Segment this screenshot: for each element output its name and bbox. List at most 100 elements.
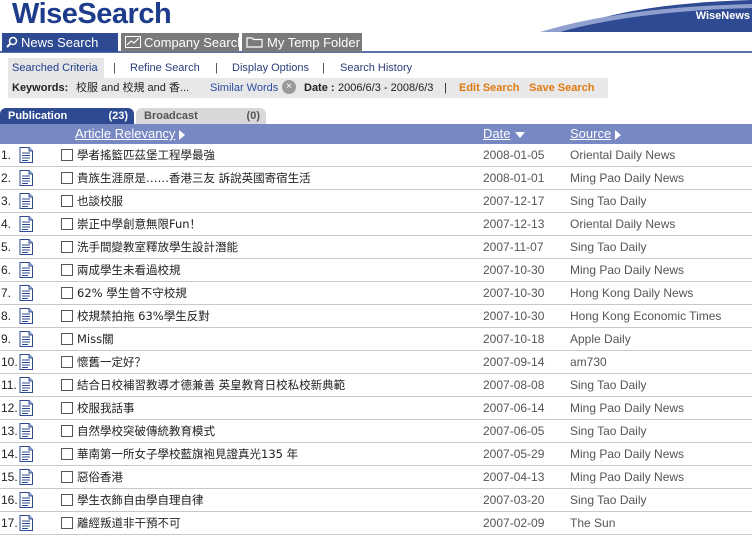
row-checkbox[interactable] bbox=[61, 241, 73, 253]
column-source-label: Source bbox=[570, 126, 612, 141]
document-icon[interactable] bbox=[19, 331, 33, 350]
row-number: 7. bbox=[1, 286, 12, 300]
row-number: 12. bbox=[1, 401, 18, 415]
document-icon[interactable] bbox=[19, 216, 33, 235]
article-title-link[interactable]: 崇正中學創意無限Fun！ bbox=[77, 216, 201, 232]
main-tabs: News Search Company Search My Temp Folde… bbox=[0, 32, 752, 53]
article-date: 2007-02-09 bbox=[483, 516, 545, 530]
document-icon[interactable] bbox=[19, 285, 33, 304]
publication-count: (23) bbox=[108, 110, 128, 122]
document-icon[interactable] bbox=[19, 308, 33, 327]
row-checkbox[interactable] bbox=[61, 218, 73, 230]
document-icon[interactable] bbox=[19, 423, 33, 442]
row-checkbox[interactable] bbox=[61, 195, 73, 207]
document-icon[interactable] bbox=[19, 262, 33, 281]
article-title-link[interactable]: 離經叛道非干預不可 bbox=[77, 515, 181, 531]
subnav-search-history[interactable]: Search History bbox=[340, 58, 412, 78]
criteria-summary: Keywords: 校服 and 校規 and 香... Similar Wor… bbox=[8, 78, 608, 98]
article-title-link[interactable]: Miss關 bbox=[77, 331, 114, 347]
row-checkbox[interactable] bbox=[61, 448, 73, 460]
document-icon[interactable] bbox=[19, 193, 33, 212]
keywords-value: 校服 and 校規 and 香... bbox=[76, 82, 190, 94]
row-checkbox[interactable] bbox=[61, 356, 73, 368]
document-icon[interactable] bbox=[19, 147, 33, 166]
document-icon[interactable] bbox=[19, 446, 33, 465]
article-source: Sing Tao Daily bbox=[570, 378, 647, 392]
sort-source[interactable]: Source bbox=[570, 126, 622, 141]
article-source: Apple Daily bbox=[570, 332, 631, 346]
document-icon[interactable] bbox=[19, 469, 33, 488]
document-icon[interactable] bbox=[19, 239, 33, 258]
tab-company-search[interactable]: Company Search bbox=[121, 33, 244, 52]
table-row: 5. 洗手間變教室釋放學生設計潛能 2007-11-07 Sing Tao Da… bbox=[0, 236, 752, 259]
article-title-link[interactable]: 結合日校補習教導才德兼善 英皇教育日校私校新典範 bbox=[77, 377, 345, 393]
sort-date[interactable]: Date bbox=[483, 126, 526, 141]
document-icon[interactable] bbox=[19, 515, 33, 534]
app-header: WiseSearch WiseNews bbox=[0, 0, 752, 32]
row-number: 4. bbox=[1, 217, 12, 231]
article-source: Sing Tao Daily bbox=[570, 240, 647, 254]
article-date: 2007-10-18 bbox=[483, 332, 545, 346]
article-source: Ming Pao Daily News bbox=[570, 447, 685, 461]
row-checkbox[interactable] bbox=[61, 517, 73, 529]
row-checkbox[interactable] bbox=[61, 494, 73, 506]
article-title-link[interactable]: 校規禁拍拖 63%學生反對 bbox=[77, 308, 210, 324]
app-logo[interactable]: WiseSearch bbox=[12, 0, 172, 31]
row-checkbox[interactable] bbox=[61, 471, 73, 483]
article-title-link[interactable]: 也談校服 bbox=[77, 193, 123, 209]
article-title-link[interactable]: 自然學校突破傳統教育模式 bbox=[77, 423, 215, 439]
tab-publication[interactable]: Publication (23) bbox=[0, 108, 134, 124]
edit-search-button[interactable]: Edit Search bbox=[459, 78, 520, 98]
row-checkbox[interactable] bbox=[61, 264, 73, 276]
tab-broadcast[interactable]: Broadcast (0) bbox=[136, 108, 266, 124]
document-icon[interactable] bbox=[19, 377, 33, 396]
document-icon[interactable] bbox=[19, 354, 33, 373]
arrow-down-icon bbox=[515, 131, 526, 138]
article-source: Ming Pao Daily News bbox=[570, 171, 685, 185]
row-checkbox[interactable] bbox=[61, 172, 73, 184]
article-title-link[interactable]: 學者搖籃匹茲堡工程學最強 bbox=[77, 147, 215, 163]
article-title-link[interactable]: 校服我話事 bbox=[77, 400, 135, 416]
keywords-label: Keywords: bbox=[12, 82, 69, 94]
row-checkbox[interactable] bbox=[61, 402, 73, 414]
article-date: 2007-12-13 bbox=[483, 217, 545, 231]
similar-words-link[interactable]: Similar Words bbox=[210, 78, 278, 98]
row-checkbox[interactable] bbox=[61, 287, 73, 299]
row-checkbox[interactable] bbox=[61, 425, 73, 437]
article-title-link[interactable]: 華南第一所女子學校藍旗袍見證真光135 年 bbox=[77, 446, 298, 462]
article-title-link[interactable]: 兩成學生未看過校規 bbox=[77, 262, 181, 278]
row-number: 2. bbox=[1, 171, 12, 185]
article-title-link[interactable]: 懷舊一定好？ bbox=[77, 354, 146, 370]
article-source: Hong Kong Economic Times bbox=[570, 309, 722, 323]
sort-article-relevancy[interactable]: Article Relevancy bbox=[75, 126, 186, 141]
document-icon[interactable] bbox=[19, 492, 33, 511]
document-icon[interactable] bbox=[19, 400, 33, 419]
row-number: 11. bbox=[1, 378, 17, 392]
article-source: Ming Pao Daily News bbox=[570, 401, 685, 415]
close-icon[interactable]: × bbox=[282, 80, 296, 94]
article-title-link[interactable]: 學生衣飾自由學自理自律 bbox=[77, 492, 204, 508]
article-title-link[interactable]: 惡俗香港 bbox=[77, 469, 123, 485]
tab-news-search[interactable]: News Search bbox=[2, 33, 118, 52]
column-article-label: Article Relevancy bbox=[75, 126, 176, 141]
article-title-link[interactable]: 62% 學生曾不守校規 bbox=[77, 285, 187, 301]
row-checkbox[interactable] bbox=[61, 379, 73, 391]
tab-temp-folder-label: My Temp Folder bbox=[267, 35, 360, 50]
row-number: 5. bbox=[1, 240, 12, 254]
tab-temp-folder[interactable]: My Temp Folder bbox=[242, 33, 362, 52]
article-source: am730 bbox=[570, 355, 607, 369]
table-row: 9. Miss關 2007-10-18 Apple Daily bbox=[0, 328, 752, 351]
subnav-refine-search[interactable]: Refine Search bbox=[130, 58, 200, 78]
article-source: Oriental Daily News bbox=[570, 148, 676, 162]
tab-company-search-label: Company Search bbox=[144, 35, 245, 50]
subnav-separator: | bbox=[215, 62, 218, 74]
article-title-link[interactable]: 洗手間變教室釋放學生設計潛能 bbox=[77, 239, 238, 255]
subnav-searched-criteria[interactable]: Searched Criteria bbox=[8, 58, 104, 78]
article-title-link[interactable]: 貴族生涯原是……香港三友 訴說英國寄宿生活 bbox=[77, 170, 311, 186]
save-search-button[interactable]: Save Search bbox=[529, 78, 594, 98]
document-icon[interactable] bbox=[19, 170, 33, 189]
subnav-display-options[interactable]: Display Options bbox=[232, 58, 309, 78]
row-checkbox[interactable] bbox=[61, 310, 73, 322]
row-checkbox[interactable] bbox=[61, 149, 73, 161]
row-checkbox[interactable] bbox=[61, 333, 73, 345]
